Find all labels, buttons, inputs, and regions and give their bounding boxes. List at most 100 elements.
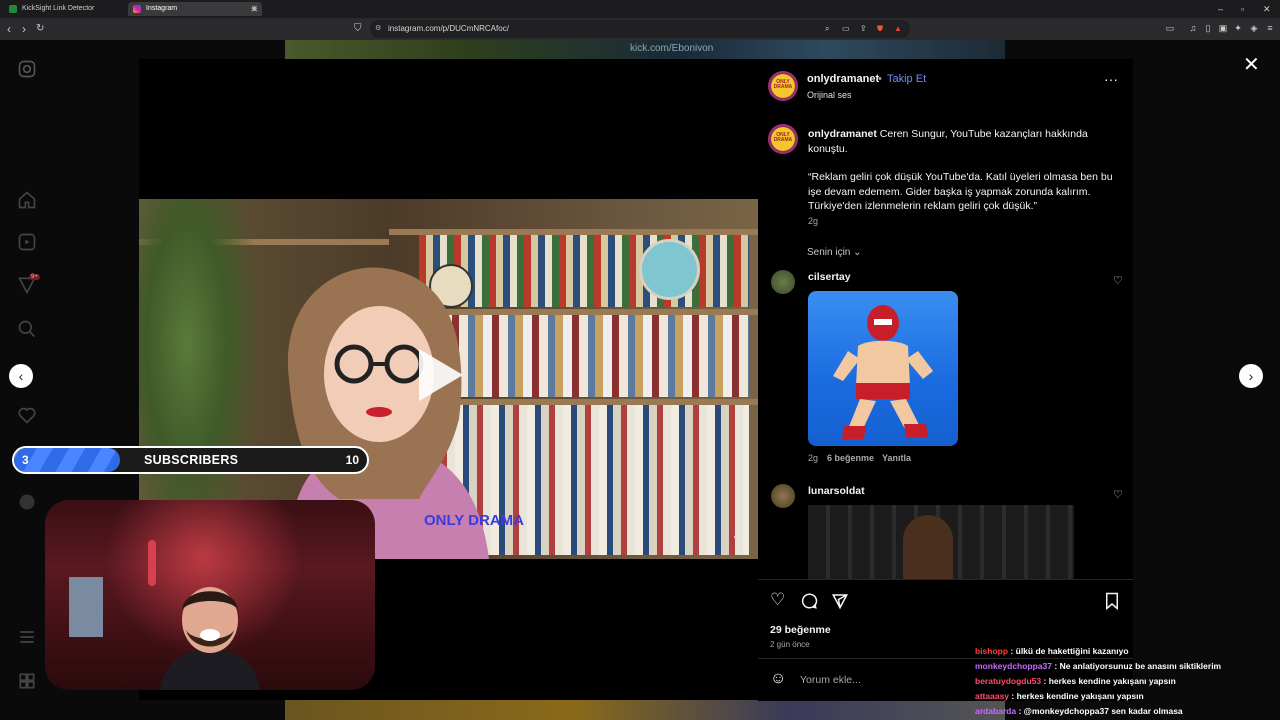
ai-icon[interactable]: ✦ [1233, 22, 1243, 34]
subscriber-goal: 10 [345, 453, 359, 467]
comment-like-icon[interactable]: ♡ [1113, 488, 1123, 501]
likes-count[interactable]: 29 beğenme [770, 624, 831, 636]
share-icon[interactable]: ⇪ [860, 20, 867, 38]
video-watermark: ONLY DRAMA [424, 512, 525, 529]
follow-button[interactable]: Takip Et [887, 73, 926, 85]
subscriber-goal-bar: 3 SUBSCRIBERS 10 [12, 446, 369, 474]
heart-icon[interactable] [17, 405, 37, 425]
commenter-username[interactable]: lunarsoldat [808, 485, 865, 497]
caption-avatar[interactable]: ONLY DRAMA [768, 124, 798, 154]
tab-label: Instagram [146, 5, 178, 12]
next-post-button[interactable]: › [1239, 364, 1263, 388]
wallet-icon[interactable]: ▣ [1218, 22, 1228, 34]
home-icon[interactable] [17, 190, 37, 210]
chat-username: ardabarda [975, 706, 1017, 716]
comment-input[interactable]: Yorum ekle... [800, 674, 861, 686]
background-stream-strip: kick.com/Ebonivon [285, 40, 1005, 59]
decorative-plate [639, 239, 700, 300]
subscriber-current: 3 [22, 453, 29, 467]
chat-message: bishopp : ülkü de hakettiğini kazanıyo [975, 646, 1129, 656]
caption-username[interactable]: onlydramanet [808, 128, 877, 140]
zoom-icon[interactable]: ⌕ [825, 20, 829, 38]
previous-post-button[interactable]: ‹ [9, 364, 33, 388]
comment-likes[interactable]: 6 beğenme [827, 453, 874, 463]
vpn-icon[interactable]: ◈ [1249, 22, 1259, 34]
notification-badge: 9+ [29, 274, 40, 280]
comment-sort-dropdown[interactable]: Senin için ⌄ [807, 247, 862, 258]
caption-time: 2g [808, 216, 819, 226]
chat-username: attaaasy [975, 691, 1010, 701]
close-post-icon[interactable]: ✕ [1243, 52, 1260, 77]
chat-text: @monkeydchoppa37 sen kadar olmasa [1023, 706, 1183, 716]
chat-text: ülkü de hakettiğini kazanıyo [1015, 646, 1129, 656]
subscriber-progress-fill [14, 448, 120, 472]
emoji-icon[interactable]: ☺ [770, 670, 786, 688]
brave-shield-icon[interactable]: ⛊ [877, 20, 883, 38]
browser-menu-icon[interactable]: ≡ [1265, 22, 1275, 34]
grid-icon[interactable] [17, 671, 37, 691]
chat-text: herkes kendine yakışanı yapsın [1016, 691, 1144, 701]
tab-kicksight[interactable]: KickSight Link Detector [4, 2, 140, 16]
comment-time: 2g [808, 453, 819, 463]
more-options-icon[interactable]: ··· [1104, 71, 1118, 87]
instagram-icon[interactable] [17, 59, 37, 79]
background-stream-text: kick.com/Ebonivon [630, 43, 714, 54]
audio-label[interactable]: Orijinal ses [807, 90, 852, 100]
menu-icon[interactable] [17, 627, 37, 647]
address-toolbar: ‹ › ↻ ⛉ ⚙ instagram.com/p/DUCmNRCAfoc/ ⌕… [0, 18, 1280, 40]
new-tab-icon[interactable]: + [251, 2, 257, 16]
tab-label: KickSight Link Detector [22, 5, 95, 12]
save-icon[interactable] [1104, 592, 1120, 610]
commenter-username[interactable]: cilsertay [808, 271, 851, 283]
bookmark-icon[interactable]: ⛉ [354, 21, 362, 37]
url-field[interactable]: ⚙ instagram.com/p/DUCmNRCAfoc/ ⌕ ▭ ⇪ ⛊ ▲ [370, 20, 910, 38]
webcam-door [69, 577, 103, 637]
forward-icon[interactable]: › [22, 21, 26, 37]
sidebar-icon[interactable]: ▭ [1165, 22, 1175, 34]
search-icon[interactable] [17, 319, 37, 339]
back-icon[interactable]: ‹ [7, 21, 11, 37]
chat-message: beratuydogdu53 : herkes kendine yakışanı… [975, 676, 1176, 686]
profile-icon[interactable] [17, 492, 37, 512]
streamer-person [160, 587, 260, 690]
comment-gif-theater[interactable] [808, 505, 1074, 580]
chat-username: beratuydogdu53 [975, 676, 1042, 686]
commenter-avatar[interactable] [771, 270, 795, 294]
minimize-icon[interactable]: – [1218, 2, 1223, 16]
window-close-icon[interactable]: ✕ [1263, 2, 1271, 16]
commenter-avatar[interactable] [771, 484, 795, 508]
author-username[interactable]: onlydramanet [807, 73, 879, 85]
background-stream-strip-bottom [285, 700, 1005, 720]
wrestler-illustration [833, 305, 933, 439]
reading-icon[interactable]: ▯ [1203, 22, 1213, 34]
play-icon[interactable] [419, 349, 463, 401]
instagram-page: kick.com/Ebonivon 9+ ONLY DRAMA 🔈︎ ONLY … [0, 40, 1280, 720]
chat-message: ardabarda : @monkeydchoppa37 sen kadar o… [975, 706, 1183, 716]
instagram-favicon-icon [133, 5, 141, 13]
share-icon[interactable] [831, 592, 849, 610]
comment-icon[interactable] [800, 592, 818, 610]
browser-tab-bar: KickSight Link Detector Instagram ✕ + – … [0, 0, 1280, 18]
reels-icon[interactable] [17, 232, 37, 252]
post-caption: onlydramanet Ceren Sungur, YouTube kazan… [808, 127, 1118, 156]
like-icon[interactable]: ♡ [770, 590, 785, 610]
gif-person [903, 515, 953, 580]
author-avatar[interactable]: ONLY DRAMA [768, 71, 798, 101]
subscriber-label: SUBSCRIBERS [144, 453, 239, 467]
chat-text: Ne anlatiyorsunuz be anasını siktiklerim [1059, 661, 1222, 671]
post-side-panel: ONLY DRAMA onlydramanet • Takip Et Oriji… [758, 59, 1133, 701]
brave-rewards-icon[interactable]: ▲ [894, 20, 902, 38]
restore-icon[interactable]: ▫ [1241, 2, 1244, 16]
divider [758, 658, 1133, 659]
mute-icon[interactable]: 🔈︎ [734, 532, 740, 543]
media-icon[interactable]: ♫ [1188, 22, 1198, 34]
tab-instagram[interactable]: Instagram ✕ [128, 2, 262, 16]
site-info-icon[interactable]: ⚙ [375, 20, 381, 38]
comment-like-icon[interactable]: ♡ [1113, 274, 1123, 287]
separator-dot: • [878, 73, 882, 85]
comment-gif-wrestler[interactable] [808, 291, 958, 446]
chat-text: herkes kendine yakışanı yapsın [1048, 676, 1176, 686]
cast-icon[interactable]: ▭ [842, 20, 850, 38]
reply-button[interactable]: Yanıtla [882, 453, 911, 463]
reload-icon[interactable]: ↻ [36, 21, 44, 37]
